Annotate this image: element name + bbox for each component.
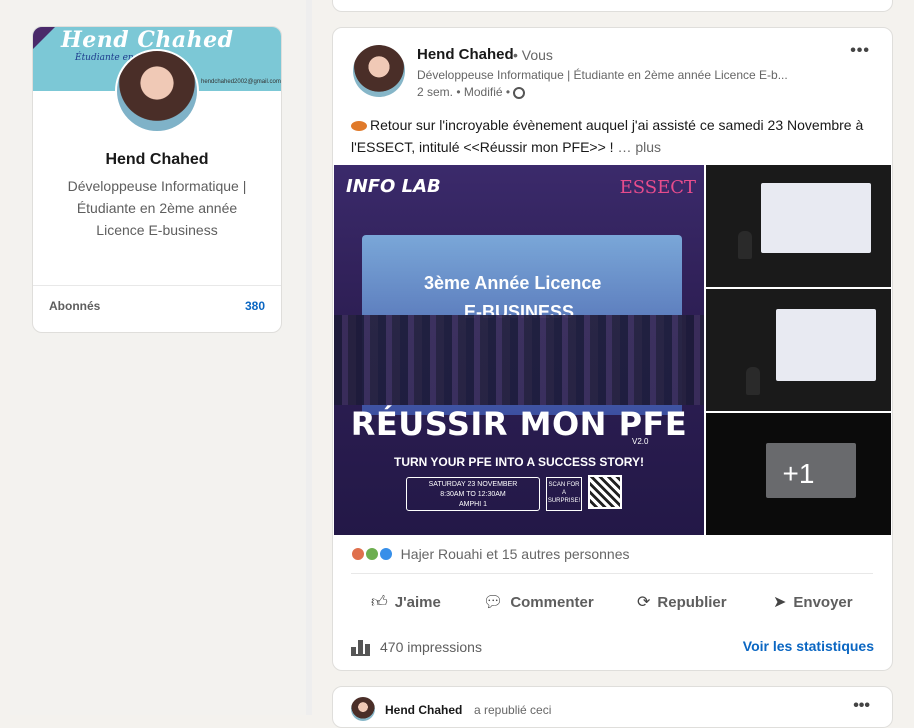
students-crowd (334, 315, 704, 405)
event-subtitle: TURN YOUR PFE INTO A SUCCESS STORY! (393, 455, 645, 469)
event-hours: 8:30AM TO 12:30AM (440, 491, 506, 498)
comment-label: Commenter (510, 593, 594, 611)
post-author-avatar[interactable] (353, 45, 405, 97)
repost-label: Republier (657, 593, 727, 611)
more-icon[interactable]: ••• (850, 42, 870, 60)
repost-icon: ⟳ (637, 594, 651, 611)
post-thumbnail-3[interactable]: +1 (706, 413, 891, 535)
post-text-body: Retour sur l'incroyable évènement auquel… (351, 117, 864, 155)
impressions-text: 470 impressions (380, 639, 482, 655)
column-separator (306, 0, 312, 715)
post-author-headline: Développeuse Informatique | Étudiante en… (417, 68, 788, 82)
projector-slide (776, 309, 876, 381)
speaker-figure (738, 231, 752, 259)
reactions-summary[interactable]: Hajer Rouahi et 15 autres personnes (351, 546, 629, 562)
speaker-figure (746, 367, 760, 395)
profile-card[interactable]: Hend Chahed Étudiante en hendchahed2002@… (32, 26, 282, 333)
repost-avatar[interactable] (351, 697, 375, 721)
bars-icon (351, 638, 370, 656)
followers-count[interactable]: 380 (245, 299, 265, 313)
send-button[interactable]: ➤ Envoyer (773, 590, 853, 614)
profile-name[interactable]: Hend Chahed (33, 151, 281, 169)
actions-divider (351, 573, 873, 574)
screen-text-line1: 3ème Année Licence (424, 273, 602, 293)
previous-card-edge (332, 0, 893, 12)
post-thumbnail-2[interactable] (706, 289, 891, 411)
post-you-label: • Vous (513, 47, 553, 63)
event-version: V2.0 (632, 437, 649, 446)
planet-icon (351, 121, 367, 131)
impressions[interactable]: 470 impressions (351, 638, 482, 656)
projector-slide (761, 183, 871, 253)
post-thumbnail-1[interactable] (706, 165, 891, 287)
globe-icon (513, 87, 526, 99)
event-location: AMPHI 1 (458, 501, 487, 508)
banner-subtitle: Étudiante en (75, 53, 134, 63)
post-main-image[interactable]: 3ème Année Licence E-BUSINESS INFO LAB E… (334, 165, 704, 535)
like-button[interactable]: 👍︎ J'aime (371, 590, 441, 614)
like-icon: 👍︎ (371, 593, 388, 611)
banner-email: hendchahed2002@gmail.com (201, 79, 281, 85)
like-reaction-icon (378, 547, 393, 561)
post-time-text: 2 sem. • Modifié • (417, 85, 511, 99)
comment-button[interactable]: 💬︎ Commenter (483, 590, 594, 614)
scan-box: SCAN FOR A SURPRISE! (546, 477, 582, 511)
like-label: J'aime (394, 593, 441, 611)
qr-code (588, 475, 622, 509)
event-title: RÉUSSIR MON PFE (350, 405, 688, 443)
send-icon: ➤ (773, 594, 787, 611)
support-reaction-icon (364, 547, 379, 561)
essect-logo: ESSECT (619, 177, 696, 198)
banner-corner (33, 27, 55, 49)
post-text: Retour sur l'incroyable évènement auquel… (351, 114, 871, 158)
event-date: SATURDAY 23 NOVEMBER (428, 481, 518, 488)
more-photos-overlay[interactable]: +1 (706, 413, 891, 535)
profile-avatar[interactable] (115, 49, 199, 133)
comment-icon: 💬︎ (483, 594, 504, 611)
infolab-logo: INFO LAB (346, 176, 441, 197)
repost-card: Hend Chahed a republié ceci ••• (332, 686, 893, 728)
reactions-text: Hajer Rouahi et 15 autres personnes (400, 546, 630, 562)
profile-headline: Développeuse Informatique | Étudiante en… (67, 178, 247, 238)
view-stats-link[interactable]: Voir les statistiques (743, 638, 874, 654)
followers-label[interactable]: Abonnés (49, 299, 100, 313)
repost-button[interactable]: ⟳ Republier (637, 590, 727, 614)
post-author-name[interactable]: Hend Chahed (417, 46, 514, 63)
more-icon[interactable]: ••• (853, 697, 870, 715)
post-time: 2 sem. • Modifié • (417, 85, 526, 99)
post-card: Hend Chahed • Vous Développeuse Informat… (332, 27, 893, 671)
profile-divider (33, 285, 281, 286)
see-more-link[interactable]: … plus (617, 139, 661, 155)
love-reaction-icon (351, 547, 365, 561)
send-label: Envoyer (793, 593, 853, 611)
event-date-box: SATURDAY 23 NOVEMBER 8:30AM TO 12:30AM A… (406, 477, 540, 511)
